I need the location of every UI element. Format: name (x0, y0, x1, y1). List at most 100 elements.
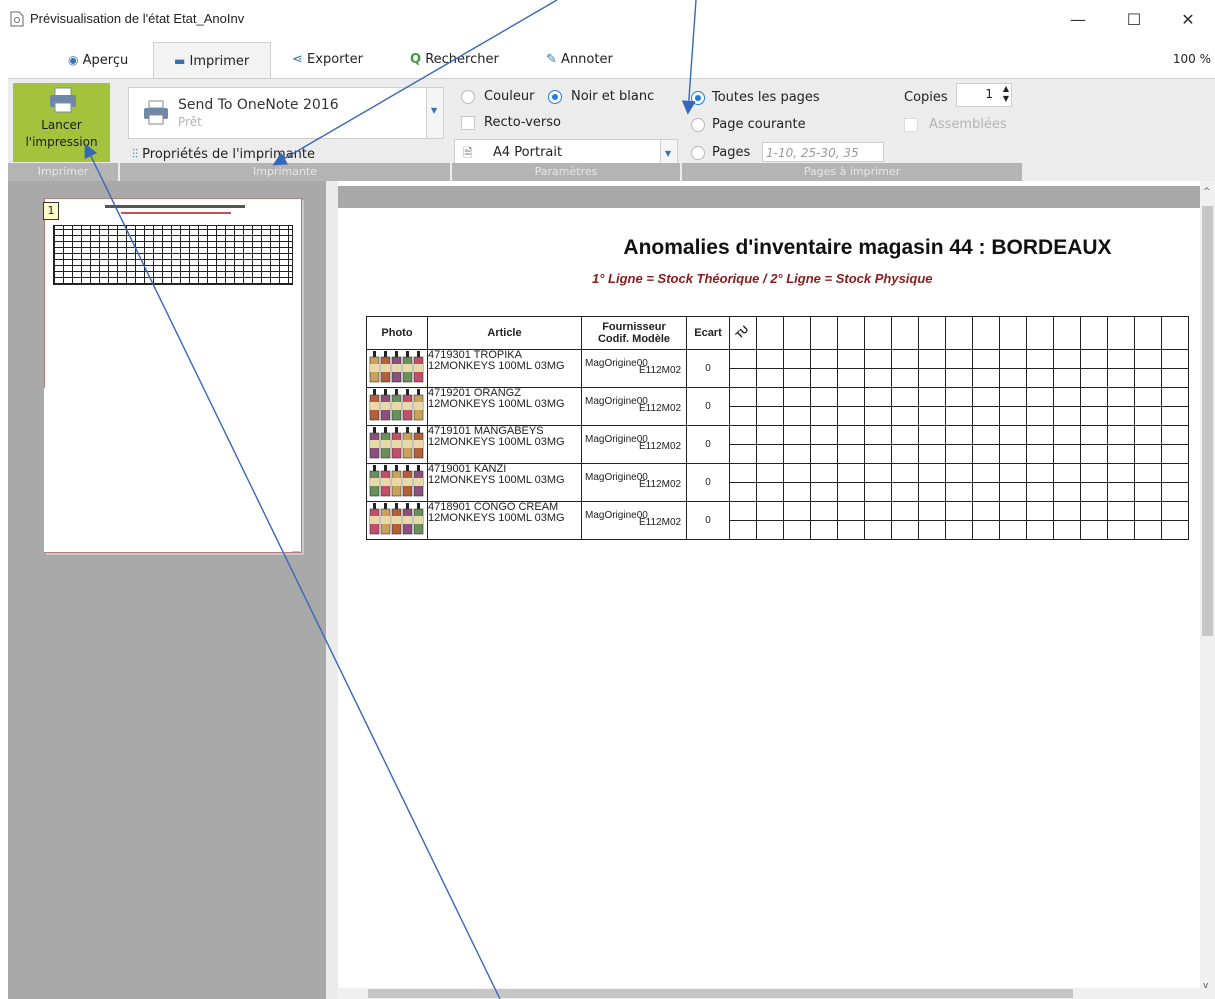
all-pages-label: Toutes les pages (712, 90, 820, 105)
quantity-cell (1053, 349, 1081, 369)
quantity-cell (729, 501, 757, 521)
printer-select[interactable]: Send To OneNote 2016 Prêt ▼ (128, 87, 444, 139)
document-icon: 🗎 (463, 146, 473, 160)
page-range-radio[interactable] (691, 146, 705, 160)
column-header-size: TU (729, 316, 757, 350)
quantity-cell (1026, 463, 1054, 483)
quantity-cell (1080, 444, 1108, 464)
quantity-cell (1053, 368, 1081, 388)
quantity-cell (864, 482, 892, 502)
printer-dropdown-button[interactable]: ▼ (426, 88, 443, 138)
tab-annoter[interactable]: ✎ Annoter (540, 42, 619, 78)
quantity-cell (1080, 406, 1108, 426)
quantity-cell (918, 406, 946, 426)
quantity-cell (810, 501, 838, 521)
current-page-radio[interactable] (691, 118, 705, 132)
report-subtitle: 1° Ligne = Stock Théorique / 2° Ligne = … (592, 271, 933, 286)
quantity-cell (783, 406, 811, 426)
quantity-cell (783, 520, 811, 540)
quantity-cell (1134, 425, 1162, 445)
quantity-cell (918, 387, 946, 407)
quantity-cell (729, 406, 757, 426)
column-header-size-empty (1080, 316, 1108, 350)
group-label-imprimer: Imprimer (8, 163, 118, 181)
tab-rechercher[interactable]: Q Rechercher (404, 42, 505, 78)
quantity-cell (810, 349, 838, 369)
column-header-size-empty (972, 316, 1000, 350)
quantity-cell (837, 368, 865, 388)
close-button[interactable]: ✕ (1168, 6, 1208, 34)
quantity-cell (945, 368, 973, 388)
horizontal-scrollbar[interactable] (338, 988, 1200, 999)
black-white-radio[interactable] (548, 90, 562, 104)
pane-splitter[interactable] (326, 181, 338, 999)
product-photo (366, 501, 428, 540)
quantity-cell (783, 444, 811, 464)
quantity-cell (729, 349, 757, 369)
supplier-cell: MagOrigine00 E112M02 (581, 425, 687, 464)
quantity-cell (972, 406, 1000, 426)
quantity-cell (1134, 406, 1162, 426)
quantity-cell (891, 482, 919, 502)
tab-apercu[interactable]: ◉ Aperçu (62, 42, 134, 78)
supplier-cell: MagOrigine00 E112M02 (581, 463, 687, 502)
launch-print-button[interactable]: Lancer l'impression (13, 83, 110, 162)
vertical-scrollbar[interactable]: ^ v (1200, 181, 1215, 999)
quantity-cell (837, 387, 865, 407)
collate-checkbox[interactable] (904, 118, 918, 132)
tab-imprimer[interactable]: ▬ Imprimer (153, 42, 271, 78)
page-range-input[interactable]: 1-10, 25-30, 35 (762, 142, 884, 162)
quantity-cell (864, 463, 892, 483)
quantity-cell (1080, 425, 1108, 445)
chevron-down-icon: ▼ (665, 149, 672, 158)
recto-verso-checkbox[interactable] (461, 116, 475, 130)
quantity-cell (999, 482, 1027, 502)
maximize-button[interactable]: ☐ (1114, 6, 1154, 34)
product-photo (366, 463, 428, 502)
minimize-button[interactable]: — (1058, 6, 1098, 34)
column-header-size-empty (1134, 316, 1162, 350)
quantity-cell (1107, 349, 1135, 369)
color-radio[interactable] (461, 90, 475, 104)
stepper-arrows-icon[interactable]: ▲ ▼ (1003, 84, 1009, 104)
column-header-size-empty (837, 316, 865, 350)
all-pages-radio[interactable] (691, 91, 705, 105)
quantity-cell (1026, 387, 1054, 407)
scroll-thumb[interactable] (1202, 206, 1213, 636)
quantity-cell (837, 463, 865, 483)
quantity-cell (999, 425, 1027, 445)
supplier-cell: MagOrigine00 E112M02 (581, 387, 687, 426)
quantity-cell (945, 520, 973, 540)
quantity-cell (918, 463, 946, 483)
quantity-cell (810, 482, 838, 502)
quantity-cell (999, 349, 1027, 369)
quantity-cell (1080, 482, 1108, 502)
quantity-cell (1134, 444, 1162, 464)
quantity-cell (783, 482, 811, 502)
quantity-cell (1080, 368, 1108, 388)
copies-stepper[interactable]: 1 ▲ ▼ (956, 83, 1012, 107)
quantity-cell (891, 444, 919, 464)
settings-sliders-icon: ⫶⫶ (132, 147, 139, 161)
quantity-cell (837, 349, 865, 369)
column-header-supplier: Fournisseur Codif. Modèle (581, 316, 687, 350)
column-header-size-empty (1161, 316, 1189, 350)
table-row: 4719001 KANZI 12MONKEYS 100ML 03MG MagOrig… (366, 463, 1189, 502)
quantity-cell (864, 349, 892, 369)
quantity-cell (972, 444, 1000, 464)
quantity-cell (837, 406, 865, 426)
printer-properties-link[interactable]: ⫶⫶ Propriétés de l'imprimante (132, 147, 315, 162)
chevron-up-icon[interactable]: ^ (1203, 187, 1211, 197)
quantity-cell (1107, 520, 1135, 540)
chevron-down-icon[interactable]: v (1203, 981, 1208, 991)
scroll-thumb[interactable] (368, 989, 1073, 998)
quantity-cell (945, 501, 973, 521)
quantity-cell (999, 368, 1027, 388)
column-header-article: Article (427, 316, 582, 350)
quantity-cell (837, 482, 865, 502)
column-header-size-empty (918, 316, 946, 350)
tab-exporter[interactable]: ⋖ Exporter (286, 42, 369, 78)
quantity-cell (810, 520, 838, 540)
quantity-cell (972, 368, 1000, 388)
quantity-cell (891, 406, 919, 426)
